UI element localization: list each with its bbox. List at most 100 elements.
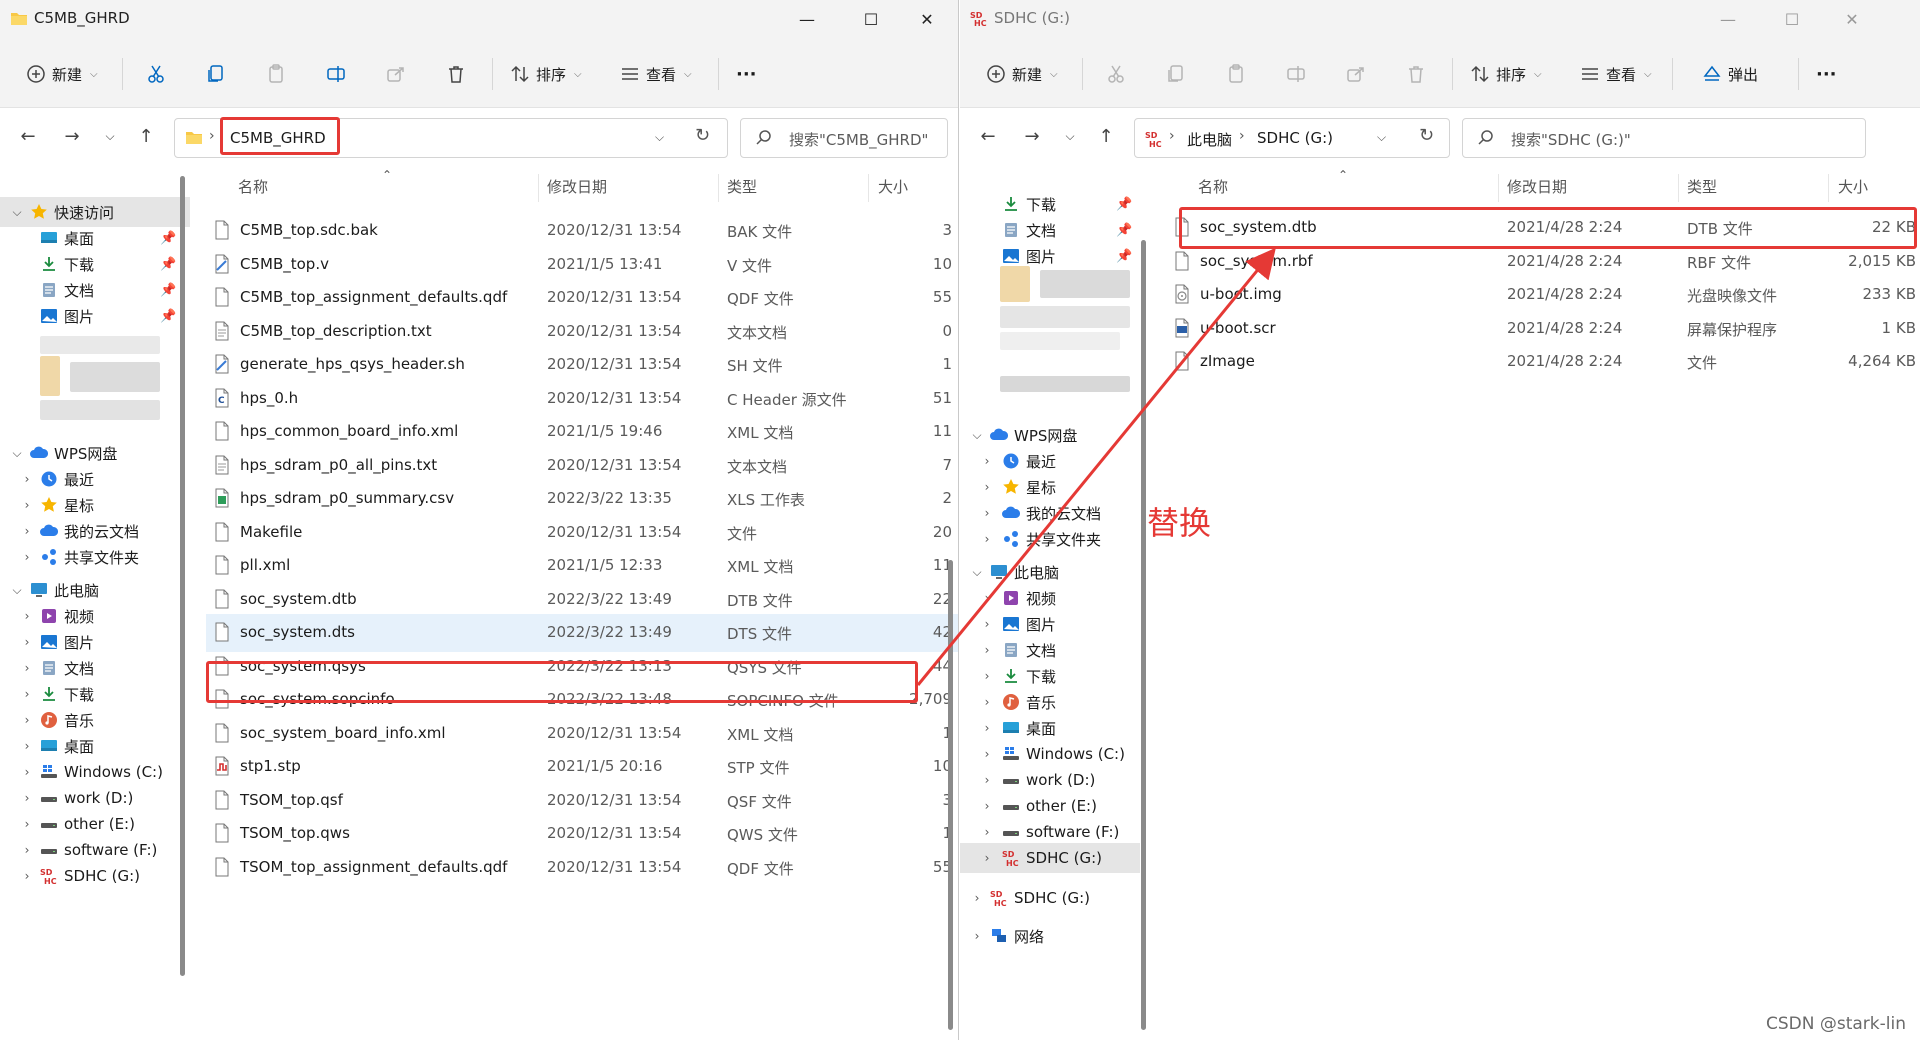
close-button[interactable]: ✕ <box>895 0 958 38</box>
chevron-right-icon[interactable]: › <box>980 825 994 839</box>
more-options-button[interactable]: ··· <box>736 54 757 94</box>
column-header-size[interactable]: 大小 <box>878 176 908 197</box>
sidebar-item[interactable]: › 网络 <box>960 921 1140 951</box>
chevron-right-icon[interactable]: › <box>20 635 34 649</box>
chevron-right-icon[interactable]: › <box>980 747 994 761</box>
navigation-pane-scrollbar[interactable] <box>180 176 185 976</box>
chevron-right-icon[interactable]: › <box>20 713 34 727</box>
chevron-right-icon[interactable]: › <box>980 799 994 813</box>
minimize-button[interactable]: — <box>1696 0 1760 38</box>
chevron-right-icon[interactable]: › <box>20 843 34 857</box>
file-row[interactable]: u-boot.scr 2021/4/28 2:24 屏幕保护程序 1 KB <box>1166 310 1920 348</box>
chevron-right-icon[interactable]: › <box>20 550 34 564</box>
chevron-right-icon[interactable]: › <box>980 643 994 657</box>
chevron-down-icon[interactable]: ⌵ <box>10 583 24 598</box>
back-button[interactable]: ← <box>974 122 1002 150</box>
file-row[interactable]: TSOM_top.qws2020/12/31 13:54QWS 文件1 <box>206 815 958 853</box>
chevron-right-icon[interactable]: › <box>20 498 34 512</box>
chevron-right-icon[interactable]: › <box>20 472 34 486</box>
sort-button[interactable]: 排序 ⌵ <box>510 54 582 94</box>
file-row[interactable]: soc_system.dts 2022/3/22 13:49 DTS 文件 42 <box>206 614 958 652</box>
maximize-button[interactable]: ☐ <box>1760 0 1824 38</box>
chevron-down-icon[interactable]: ⌵ <box>970 565 984 580</box>
file-row[interactable]: generate_hps_qsys_header.sh 2020/12/31 13… <box>206 346 958 384</box>
file-row[interactable]: soc_system.dtb 2022/3/22 13:49 DTB 文件 22 <box>206 581 958 619</box>
chevron-down-icon[interactable]: ⌵ <box>970 428 984 443</box>
sidebar-item[interactable]: › SD HC SDHC (G:) <box>960 843 1140 873</box>
copy-button[interactable] <box>1166 54 1186 94</box>
column-divider[interactable] <box>1678 174 1679 202</box>
view-button[interactable]: 查看 ⌵ <box>620 54 692 94</box>
new-button[interactable]: 新建 ⌵ <box>26 54 98 94</box>
file-row[interactable]: C5MB_top.sdc.bak 2020/12/31 13:54 BAK 文件 3 <box>206 212 958 250</box>
file-row[interactable]: C5MB_top_description.txt 2020/12/31 13:54… <box>206 313 958 351</box>
file-row[interactable]: hps_sdram_p0_all_pins.txt 2020/12/31 13:5… <box>206 447 958 485</box>
chevron-right-icon[interactable]: › <box>980 721 994 735</box>
chevron-down-icon[interactable]: ⌵ <box>655 130 664 145</box>
chevron-right-icon[interactable]: › <box>980 454 994 468</box>
forward-button[interactable]: → <box>1018 122 1046 150</box>
navigation-pane-scrollbar[interactable] <box>1141 240 1146 1030</box>
up-button[interactable]: ↑ <box>132 122 160 150</box>
breadcrumb-this-pc[interactable]: 此电脑 <box>1187 129 1232 150</box>
sidebar-item[interactable]: 图片 📌 <box>960 241 1140 271</box>
sidebar-item[interactable]: › 共享文件夹 <box>0 542 190 572</box>
chevron-right-icon[interactable]: › <box>980 506 994 520</box>
chevron-right-icon[interactable]: › <box>20 765 34 779</box>
column-divider[interactable] <box>868 174 869 202</box>
column-header-name[interactable]: 名称 <box>238 176 268 197</box>
chevron-right-icon[interactable]: › <box>980 617 994 631</box>
column-header-size[interactable]: 大小 <box>1838 176 1868 197</box>
chevron-right-icon[interactable]: › <box>980 591 994 605</box>
chevron-down-icon[interactable]: ⌵ <box>10 446 24 461</box>
chevron-right-icon[interactable]: › <box>20 817 34 831</box>
file-row[interactable]: soc_system_board_info.xml 2020/12/31 13:5… <box>206 715 958 753</box>
chevron-right-icon[interactable]: › <box>980 695 994 709</box>
chevron-right-icon[interactable]: › <box>20 739 34 753</box>
eject-button[interactable]: 弹出 <box>1702 54 1758 94</box>
close-button[interactable]: ✕ <box>1820 0 1884 38</box>
column-header-date[interactable]: 修改日期 <box>1507 176 1567 197</box>
forward-button[interactable]: → <box>58 122 86 150</box>
file-row[interactable]: hps_sdram_p0_summary.csv 2022/3/22 13:35 X… <box>206 480 958 518</box>
rename-button[interactable] <box>1286 54 1306 94</box>
back-button[interactable]: ← <box>14 122 42 150</box>
file-row[interactable]: C5MB_top.v 2021/1/5 13:41 V 文件 10 <box>206 246 958 284</box>
delete-button[interactable] <box>1406 54 1426 94</box>
share-button[interactable] <box>386 54 406 94</box>
cut-button[interactable] <box>1106 54 1126 94</box>
chevron-right-icon[interactable]: › <box>980 669 994 683</box>
cut-button[interactable] <box>146 54 166 94</box>
file-row[interactable]: stp1.stp 2021/1/5 20:16 STP 文件 10 <box>206 748 958 786</box>
sidebar-item[interactable]: › SD HC SDHC (G:) <box>960 883 1140 913</box>
chevron-right-icon[interactable]: › <box>980 480 994 494</box>
minimize-button[interactable]: — <box>775 0 839 38</box>
chevron-right-icon[interactable]: › <box>980 851 994 865</box>
share-button[interactable] <box>1346 54 1366 94</box>
chevron-right-icon[interactable]: › <box>980 532 994 546</box>
chevron-right-icon[interactable]: › <box>970 929 984 943</box>
new-button[interactable]: 新建 ⌵ <box>986 54 1058 94</box>
sidebar-item[interactable]: › 共享文件夹 <box>960 524 1140 554</box>
chevron-down-icon[interactable]: ⌵ <box>1377 130 1386 145</box>
maximize-button[interactable]: ☐ <box>839 0 903 38</box>
chevron-down-icon[interactable]: ⌵ <box>10 205 24 220</box>
column-header-type[interactable]: 类型 <box>1687 176 1717 197</box>
file-row[interactable]: pll.xml 2021/1/5 12:33 XML 文档 11 <box>206 547 958 585</box>
column-divider[interactable] <box>1498 174 1499 202</box>
file-row[interactable]: hps_common_board_info.xml 2021/1/5 19:46 X… <box>206 413 958 451</box>
search-box[interactable]: 搜索"C5MB_GHRD" <box>740 118 948 158</box>
recent-locations-button[interactable]: ⌵ <box>1056 122 1084 150</box>
chevron-right-icon[interactable]: › <box>20 661 34 675</box>
column-divider[interactable] <box>1828 174 1829 202</box>
paste-button[interactable] <box>1226 54 1246 94</box>
chevron-right-icon[interactable]: › <box>20 791 34 805</box>
copy-button[interactable] <box>206 54 226 94</box>
sort-button[interactable]: 排序 ⌵ <box>1470 54 1542 94</box>
file-row[interactable]: Chps_0.h 2020/12/31 13:54 C Header 源文件 51 <box>206 380 958 418</box>
sidebar-item[interactable]: 图片 📌 <box>0 301 190 331</box>
file-row[interactable]: TSOM_top.qsf2020/12/31 13:54QSF 文件3 <box>206 782 958 820</box>
chevron-right-icon[interactable]: › <box>20 869 34 883</box>
column-header-name[interactable]: 名称 <box>1198 176 1228 197</box>
chevron-right-icon[interactable]: › <box>20 609 34 623</box>
